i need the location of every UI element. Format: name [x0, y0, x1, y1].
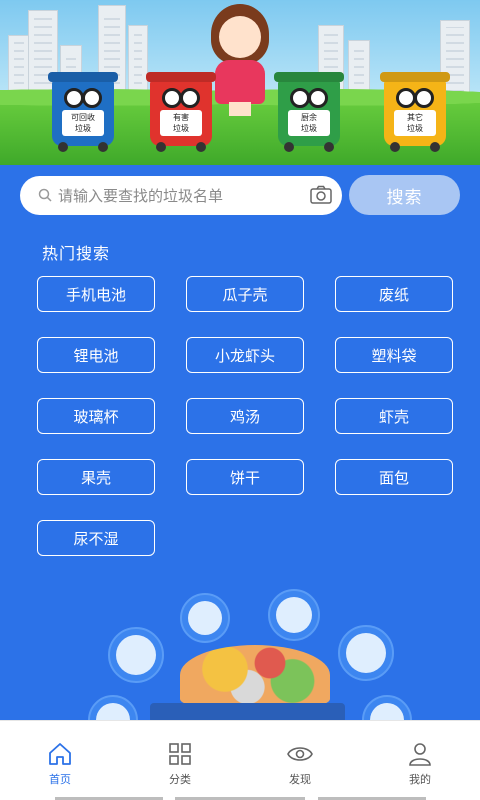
bin-label: 垃圾 [173, 124, 189, 133]
garbage-tray [150, 703, 345, 720]
eye-icon [287, 747, 313, 761]
bin-label: 其它 [407, 113, 423, 122]
search-button[interactable]: 搜索 [349, 175, 460, 215]
recyclable-bin: 可回收 垃圾 [48, 72, 118, 152]
search-input[interactable] [58, 176, 298, 215]
hot-search-chip[interactable]: 饼干 [186, 459, 304, 495]
pear-core-icon [88, 695, 138, 720]
banner-illustration: 可回收垃圾 有害垃圾 厨余垃圾 其它垃圾 [0, 0, 480, 165]
hot-search-chip[interactable]: 玻璃杯 [37, 398, 155, 434]
hot-search-chip[interactable]: 鸡汤 [186, 398, 304, 434]
garbage-illustration [0, 585, 480, 720]
hot-search-chip[interactable]: 塑料袋 [335, 337, 453, 373]
hot-search-chip[interactable]: 锂电池 [37, 337, 155, 373]
bin-label: 垃圾 [75, 124, 91, 133]
tab-mine[interactable]: 我的 [360, 721, 480, 800]
tab-home[interactable]: 首页 [0, 721, 120, 800]
bin-label: 垃圾 [301, 124, 317, 133]
bin-label: 有害 [173, 113, 189, 122]
tab-discover[interactable]: 发现 [240, 721, 360, 800]
other-bin: 其它 垃圾 [380, 72, 450, 152]
tab-label: 首页 [49, 773, 71, 786]
search-icon [38, 188, 52, 202]
kitchen-bin: 厨余 垃圾 [274, 72, 344, 152]
bottom-tab-bar: 首页 分类 发现 我的 [0, 720, 480, 800]
egg-icon [362, 695, 412, 720]
hot-search-chip[interactable]: 面包 [335, 459, 453, 495]
hot-search-chip[interactable]: 果壳 [37, 459, 155, 495]
user-icon [409, 743, 431, 766]
tab-label: 我的 [409, 773, 431, 786]
bin-label: 可回收 [71, 113, 95, 122]
tab-label: 发现 [289, 773, 311, 786]
garbage-pile [180, 645, 330, 705]
hot-search-chip[interactable]: 瓜子壳 [186, 276, 304, 312]
search-box[interactable] [20, 176, 342, 215]
watermelon-icon [268, 589, 320, 641]
hazardous-bin: 有害 垃圾 [146, 72, 216, 152]
hot-search-chip[interactable]: 手机电池 [37, 276, 155, 312]
grid-icon [169, 743, 191, 765]
fish-bone-icon [108, 627, 164, 683]
hot-search-chip[interactable]: 虾壳 [335, 398, 453, 434]
tab-label: 分类 [169, 773, 191, 786]
camera-icon[interactable] [310, 185, 332, 205]
home-icon [49, 743, 71, 765]
banana-peel-icon [338, 625, 394, 681]
cartoon-girl [205, 4, 275, 116]
apple-core-icon [180, 593, 230, 643]
bin-label: 垃圾 [407, 124, 423, 133]
hot-search-chip[interactable]: 尿不湿 [37, 520, 155, 556]
tab-category[interactable]: 分类 [120, 721, 240, 800]
hot-search-title: 热门搜索 [42, 244, 111, 263]
hot-search-chip[interactable]: 废纸 [335, 276, 453, 312]
bin-label: 厨余 [301, 113, 317, 122]
hot-search-chip[interactable]: 小龙虾头 [186, 337, 304, 373]
